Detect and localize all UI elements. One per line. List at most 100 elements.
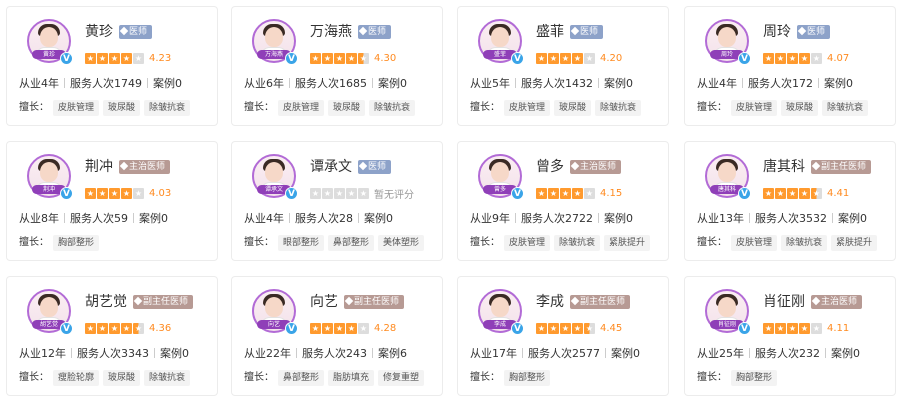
doctor-card[interactable]: 盛菲 V 盛菲 医师 ★ ★ ★ ★ ★ 4.20 从业5年 服务人次1432 案例0 擅长： 皮肤管理 玻尿… — [457, 6, 669, 126]
served-value: 2577 — [572, 347, 600, 360]
doctor-name[interactable]: 万海燕 — [310, 24, 352, 40]
doctor-card[interactable]: 向艺 V 向艺 副主任医师 ★ ★ ★ ★ ★ 4.28 从业22年 服务人次243 案例6 擅长： 鼻部整… — [231, 276, 443, 396]
cases-label: 案例 — [364, 212, 386, 225]
doctor-card[interactable]: 周玲 V 周玲 医师 ★ ★ ★ ★ ★ 4.07 从业4年 服务人次172 案例0 擅长： 皮肤管理 玻尿酸… — [684, 6, 896, 126]
doctor-card[interactable]: 肖征刚 V 肖征刚 主治医师 ★ ★ ★ ★ ★ 4.11 从业25年 服务人次232 案例0 擅长： 胸部… — [684, 276, 896, 396]
specialty-tag[interactable]: 除皱抗衰 — [554, 235, 601, 251]
doctor-card[interactable]: 胡艺觉 V 胡艺觉 副主任医师 ★ ★ ★ ★ ★ 4.36 从业12年 服务人次3343 案例0 擅长：… — [6, 276, 218, 396]
doctor-name[interactable]: 唐其科 — [763, 159, 805, 175]
specialty-tag[interactable]: 鼻部整形 — [328, 235, 375, 251]
cases-value: 0 — [633, 347, 640, 360]
specialty-tag[interactable]: 除皱抗衰 — [144, 100, 191, 116]
doctor-stats: 从业4年 服务人次172 案例0 — [697, 75, 853, 91]
doctor-stats: 从业17年 服务人次2577 案例0 — [470, 345, 640, 361]
specialty-tag[interactable]: 除皱抗衰 — [144, 370, 191, 386]
doctor-avatar[interactable]: 胡艺觉 V — [27, 289, 73, 335]
doctor-avatar[interactable]: 唐其科 V — [705, 154, 751, 200]
years-label: 从业 — [470, 77, 492, 90]
doctor-avatar[interactable]: 李成 V — [478, 289, 524, 335]
doctor-title-badge: 副主任医师 — [570, 295, 631, 309]
doctor-avatar[interactable]: 万海燕 V — [252, 19, 298, 65]
specialty-tag[interactable]: 皮肤管理 — [731, 235, 778, 251]
rating-star-icon: ★ — [109, 188, 120, 199]
specialties-row: 擅长： 胸部整形 — [697, 368, 778, 386]
doctor-card[interactable]: 黄珍 V 黄珍 医师 ★ ★ ★ ★ ★ 4.23 从业4年 服务人次1749 案例0 擅长： 皮肤管理 玻尿… — [6, 6, 218, 126]
doctor-name[interactable]: 胡艺觉 — [85, 294, 127, 310]
specialties-row: 擅长： 皮肤管理 玻尿酸 除皱抗衰 — [244, 98, 416, 116]
cases-value: 0 — [626, 212, 633, 225]
specialty-tag[interactable]: 皮肤管理 — [53, 100, 100, 116]
specialty-tag[interactable]: 除皱抗衰 — [369, 100, 416, 116]
specialties-label: 擅长： — [697, 102, 727, 113]
specialty-tag[interactable]: 紧肤提升 — [831, 235, 878, 251]
doctor-avatar[interactable]: 黄珍 V — [27, 19, 73, 65]
doctor-name[interactable]: 谭承文 — [310, 159, 352, 175]
doctor-name[interactable]: 荆冲 — [85, 159, 113, 175]
specialty-tag[interactable]: 皮肤管理 — [278, 100, 325, 116]
doctor-avatar[interactable]: 盛菲 V — [478, 19, 524, 65]
specialty-tag[interactable]: 玻尿酸 — [103, 370, 141, 386]
verified-icon: V — [60, 322, 73, 335]
doctor-avatar[interactable]: 曾多 V — [478, 154, 524, 200]
doctor-name[interactable]: 曾多 — [536, 159, 564, 175]
doctor-avatar[interactable]: 荆冲 V — [27, 154, 73, 200]
specialties-row: 擅长： 瘦脸轮廓 玻尿酸 除皱抗衰 — [19, 368, 191, 386]
served-value: 3343 — [121, 347, 149, 360]
rating-score: 4.23 — [149, 53, 172, 64]
verified-icon: V — [738, 322, 751, 335]
doctor-name[interactable]: 黄珍 — [85, 24, 113, 40]
doctor-card[interactable]: 李成 V 李成 副主任医师 ★ ★ ★ ★ ★ 4.45 从业17年 服务人次2577 案例0 擅长： 胸部… — [457, 276, 669, 396]
specialty-tag[interactable]: 皮肤管理 — [504, 235, 551, 251]
verified-icon: V — [511, 52, 524, 65]
divider — [64, 213, 65, 223]
doctor-avatar[interactable]: 肖征刚 V — [705, 289, 751, 335]
doctor-card[interactable]: 荆冲 V 荆冲 主治医师 ★ ★ ★ ★ ★ 4.03 从业8年 服务人次59 案例0 擅长： 胸部整形 — [6, 141, 218, 261]
specialty-tag[interactable]: 胸部整形 — [504, 370, 551, 386]
rating-stars: ★ ★ ★ ★ ★ 4.41 — [763, 183, 849, 199]
specialty-tag[interactable]: 紧肤提升 — [604, 235, 651, 251]
divider — [147, 78, 148, 88]
rating-star-icon: ★ — [334, 53, 345, 64]
doctor-name[interactable]: 肖征刚 — [763, 294, 805, 310]
specialty-tag[interactable]: 玻尿酸 — [781, 100, 819, 116]
specialty-tag[interactable]: 玻尿酸 — [554, 100, 592, 116]
doctor-name[interactable]: 李成 — [536, 294, 564, 310]
avatar-face — [265, 27, 283, 47]
served-label: 服务人次 — [70, 77, 114, 90]
specialty-tag[interactable]: 胸部整形 — [731, 370, 778, 386]
doctor-name[interactable]: 盛菲 — [536, 24, 564, 40]
specialty-tag[interactable]: 修复重塑 — [378, 370, 425, 386]
rating-star-icon: ★ — [133, 188, 144, 199]
doctor-stats: 从业9年 服务人次2722 案例0 — [470, 210, 633, 226]
specialty-tag[interactable]: 除皱抗衰 — [781, 235, 828, 251]
specialty-tag[interactable]: 胸部整形 — [53, 235, 100, 251]
doctor-card[interactable]: 万海燕 V 万海燕 医师 ★ ★ ★ ★ ★ 4.30 从业6年 服务人次1685 案例0 擅长： 皮肤管理… — [231, 6, 443, 126]
doctor-name[interactable]: 向艺 — [310, 294, 338, 310]
specialty-tag[interactable]: 美体塑形 — [378, 235, 425, 251]
specialty-tag[interactable]: 除皱抗衰 — [822, 100, 869, 116]
doctor-avatar[interactable]: 周玲 V — [705, 19, 751, 65]
specialty-tag[interactable]: 鼻部整形 — [278, 370, 325, 386]
doctor-card[interactable]: 唐其科 V 唐其科 副主任医师 ★ ★ ★ ★ ★ 4.41 从业13年 服务人次3532 案例0 擅长：… — [684, 141, 896, 261]
rating-score: 4.45 — [600, 323, 623, 334]
doctor-name[interactable]: 周玲 — [763, 24, 791, 40]
doctor-title-badge: 医师 — [358, 25, 392, 39]
doctor-avatar[interactable]: 谭承文 V — [252, 154, 298, 200]
doctor-card[interactable]: 曾多 V 曾多 主治医师 ★ ★ ★ ★ ★ 4.15 从业9年 服务人次2722 案例0 擅长： 皮肤管理… — [457, 141, 669, 261]
years-value: 4年 — [266, 212, 284, 225]
doctor-name-row: 肖征刚 主治医师 — [763, 291, 863, 311]
specialties-row: 擅长： 皮肤管理 玻尿酸 除皱抗衰 — [697, 98, 869, 116]
specialty-tag[interactable]: 瘦脸轮廓 — [53, 370, 100, 386]
specialty-tag[interactable]: 脂肪填充 — [328, 370, 375, 386]
specialty-tag[interactable]: 玻尿酸 — [103, 100, 141, 116]
served-label: 服务人次 — [70, 212, 114, 225]
doctor-card[interactable]: 谭承文 V 谭承文 医师 ★ ★ ★ ★ ★ 暂无评分 从业4年 服务人次28 案例0 擅长： 眼部整形 鼻部… — [231, 141, 443, 261]
doctor-title-badge: 医师 — [358, 160, 392, 174]
specialty-tag[interactable]: 皮肤管理 — [731, 100, 778, 116]
specialty-tag[interactable]: 除皱抗衰 — [595, 100, 642, 116]
doctor-avatar[interactable]: 向艺 V — [252, 289, 298, 335]
specialty-tag[interactable]: 玻尿酸 — [328, 100, 366, 116]
specialty-tag[interactable]: 眼部整形 — [278, 235, 325, 251]
divider — [818, 78, 819, 88]
specialty-tag[interactable]: 皮肤管理 — [504, 100, 551, 116]
